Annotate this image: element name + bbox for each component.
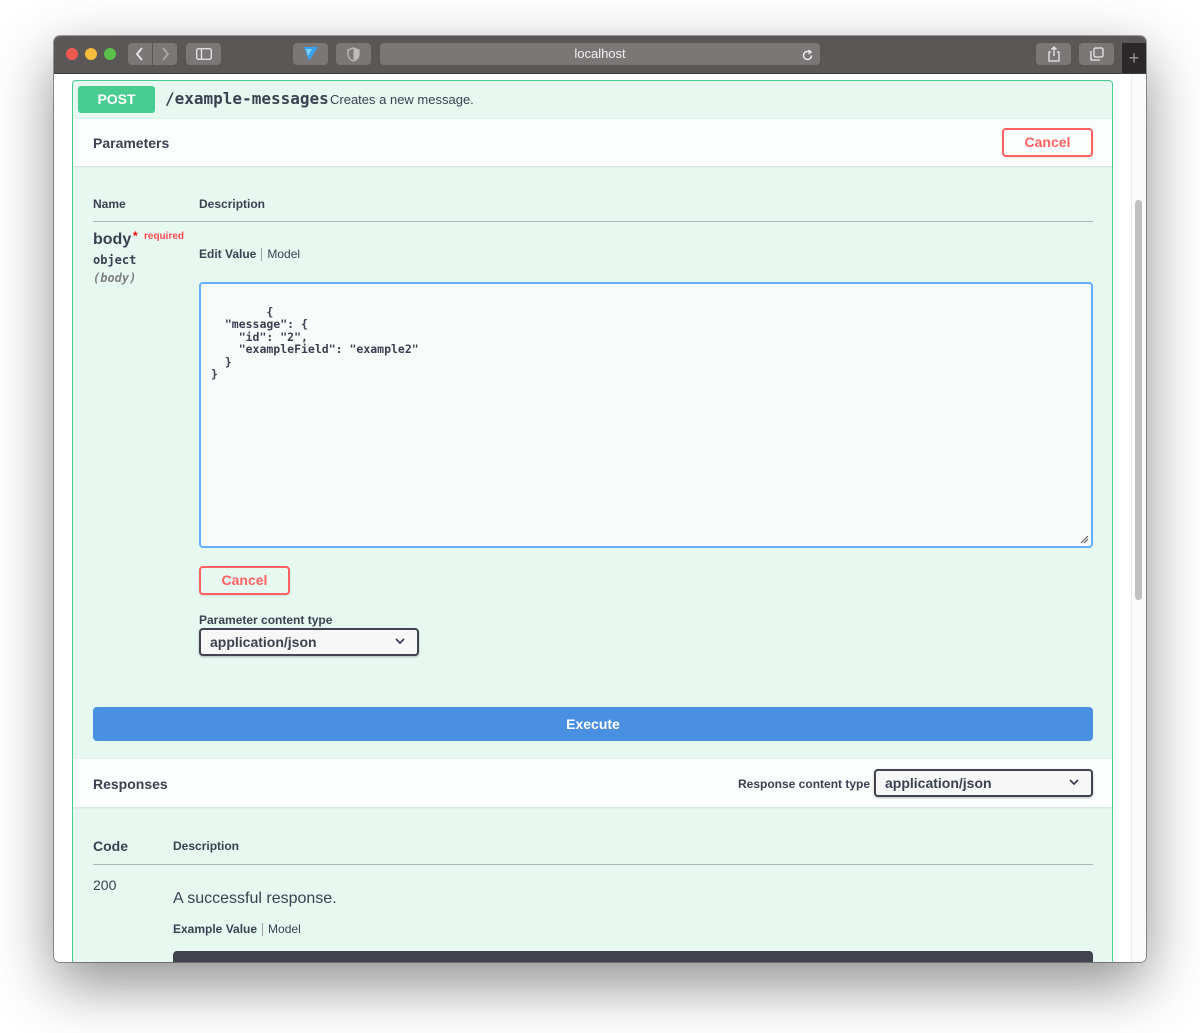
tab-response-model[interactable]: Model (268, 922, 301, 936)
tab-separator (262, 922, 264, 936)
try-out-cancel-button[interactable]: Cancel (1002, 128, 1093, 157)
share-icon (1047, 46, 1060, 62)
plus-icon: + (1128, 48, 1140, 68)
response-description: A successful response. (173, 890, 337, 907)
endpoint-path: /example-messages (165, 89, 329, 108)
chevron-right-icon (162, 47, 170, 61)
body-json-text[interactable]: { "message": { "id": "2", "exampleField"… (211, 305, 419, 382)
method-badge: POST (78, 86, 155, 113)
parameters-header: Parameters Cancel (73, 118, 1112, 166)
response-content-type-label: Response content type (738, 777, 871, 791)
forward-button[interactable] (153, 43, 177, 65)
column-header-response-description: Description (173, 839, 240, 853)
page-viewport: POST /example-messages Creates a new mes… (54, 74, 1146, 962)
param-location: (body) (93, 271, 137, 285)
tabs-overview-icon (1089, 47, 1104, 61)
back-button[interactable] (128, 43, 152, 65)
new-tab-button[interactable]: + (1122, 43, 1146, 73)
tab-separator (261, 247, 263, 261)
address-bar[interactable]: localhost (380, 43, 820, 65)
chevron-left-icon (135, 47, 143, 61)
column-header-description: Description (199, 197, 266, 211)
body-json-editor[interactable]: { "message": { "id": "2", "exampleField"… (199, 282, 1093, 548)
scrollbar-thumb[interactable] (1135, 200, 1142, 600)
parameter-content-type-label: Parameter content type (199, 613, 333, 627)
reload-icon[interactable] (801, 47, 814, 69)
close-window-button[interactable] (66, 48, 78, 60)
responses-title: Responses (93, 776, 168, 792)
zoom-window-button[interactable] (104, 48, 116, 60)
param-name: body (93, 231, 132, 248)
column-header-code: Code (93, 838, 128, 854)
body-tabs: Edit Value Model (199, 247, 300, 261)
privacy-shield-button[interactable] (336, 43, 371, 65)
chevron-down-icon (1069, 779, 1079, 786)
required-star: * (133, 229, 138, 243)
page-scrollbar[interactable] (1131, 74, 1146, 962)
browser-toolbar: localhost + (54, 36, 1146, 74)
response-code: 200 (93, 877, 117, 893)
response-content-type-select[interactable]: application/json (874, 769, 1093, 797)
responses-divider (93, 864, 1093, 865)
url-text: localhost (574, 46, 626, 61)
tab-edit-value[interactable]: Edit Value (199, 247, 261, 261)
minimize-window-button[interactable] (85, 48, 97, 60)
inline-cancel-button[interactable]: Cancel (199, 566, 290, 595)
tab-model[interactable]: Model (267, 247, 300, 261)
execute-button[interactable]: Execute (93, 707, 1093, 741)
sidebar-toggle-button[interactable] (186, 43, 221, 65)
tab-example-value[interactable]: Example Value (173, 922, 262, 936)
parameter-content-type-select[interactable]: application/json (199, 628, 419, 656)
required-label: required (144, 231, 185, 242)
responses-header: Responses Response content type applicat… (73, 759, 1112, 807)
tab-overview-button[interactable] (1079, 43, 1114, 65)
opblock-post: POST /example-messages Creates a new mes… (72, 80, 1113, 962)
share-button[interactable] (1036, 43, 1071, 65)
parameter-content-type-value: application/json (210, 634, 317, 650)
chevron-down-icon (395, 638, 405, 645)
endpoint-summary: Creates a new message. (330, 92, 474, 107)
param-type: object (93, 253, 137, 267)
table-divider (93, 221, 1093, 222)
example-value-code-block (173, 951, 1093, 962)
parameters-title: Parameters (93, 135, 170, 151)
column-header-name: Name (93, 197, 126, 211)
resize-grip-icon[interactable] (1080, 535, 1089, 544)
response-tabs: Example Value Model (173, 922, 301, 936)
v-extension-icon (303, 47, 318, 61)
v-extension-button[interactable] (293, 43, 328, 65)
response-content-type-value: application/json (885, 775, 992, 791)
sidebar-icon (195, 48, 212, 60)
shield-icon (347, 46, 360, 62)
browser-window: localhost + POST /example-messages Creat… (54, 36, 1146, 962)
opblock-summary[interactable]: POST /example-messages Creates a new mes… (73, 81, 1112, 119)
